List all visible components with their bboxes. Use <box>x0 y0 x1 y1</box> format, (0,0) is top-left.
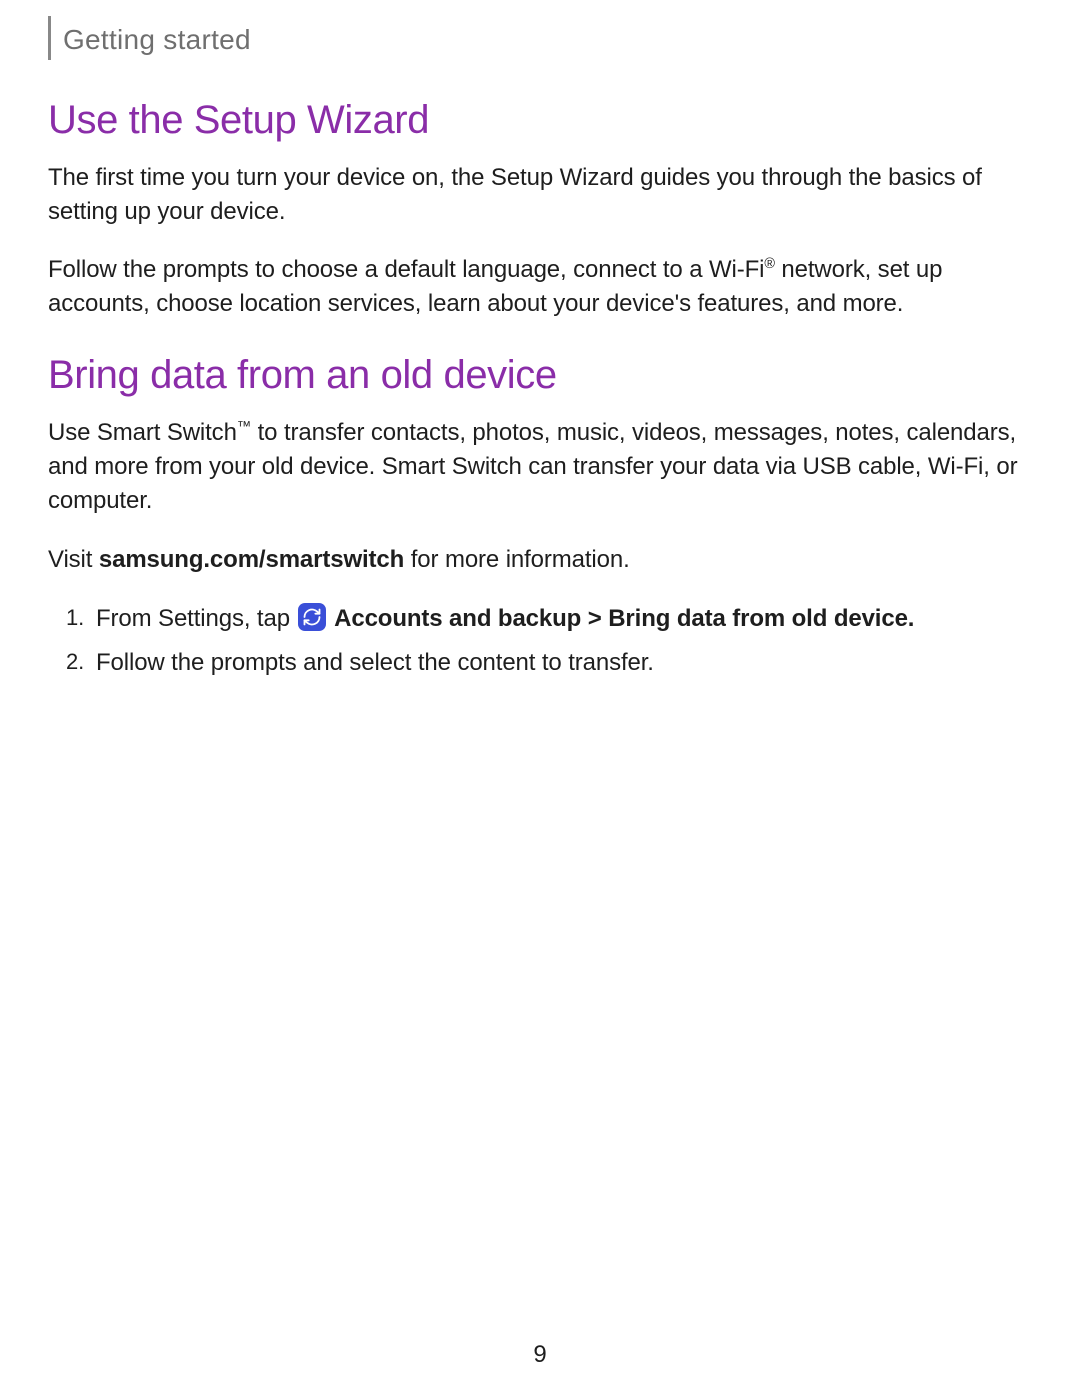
heading-setup-wizard: Use the Setup Wizard <box>48 98 1022 143</box>
text-fragment: From Settings, tap <box>96 605 296 632</box>
heading-bring-data: Bring data from an old device <box>48 353 1022 398</box>
step-2: Follow the prompts and select the conten… <box>96 645 1022 681</box>
section-bring-data: Bring data from an old device Use Smart … <box>48 353 1022 680</box>
registered-mark: ® <box>764 256 774 272</box>
sync-icon <box>298 603 326 631</box>
trademark-mark: ™ <box>237 419 251 435</box>
text-fragment: for more information. <box>404 546 629 573</box>
step-1: From Settings, tap Accounts and backup >… <box>96 601 1022 637</box>
text-fragment: Follow the prompts to choose a default l… <box>48 256 764 283</box>
paragraph-setup-intro: The first time you turn your device on, … <box>48 161 1022 229</box>
text-fragment: Visit <box>48 546 99 573</box>
paragraph-visit-link: Visit samsung.com/smartswitch for more i… <box>48 543 1022 577</box>
page-header: Getting started <box>48 24 1022 60</box>
smartswitch-link-text: samsung.com/smartswitch <box>99 546 404 573</box>
header-rule <box>48 16 51 60</box>
paragraph-smartswitch-intro: Use Smart Switch™ to transfer contacts, … <box>48 416 1022 518</box>
text-fragment: Use Smart Switch <box>48 419 237 446</box>
page-number: 9 <box>0 1341 1080 1369</box>
paragraph-setup-prompts: Follow the prompts to choose a default l… <box>48 253 1022 321</box>
steps-list: From Settings, tap Accounts and backup >… <box>48 601 1022 681</box>
document-page: Getting started Use the Setup Wizard The… <box>0 0 1080 1397</box>
section-label: Getting started <box>63 24 251 56</box>
step-1-bold-path: Accounts and backup > Bring data from ol… <box>328 605 914 632</box>
